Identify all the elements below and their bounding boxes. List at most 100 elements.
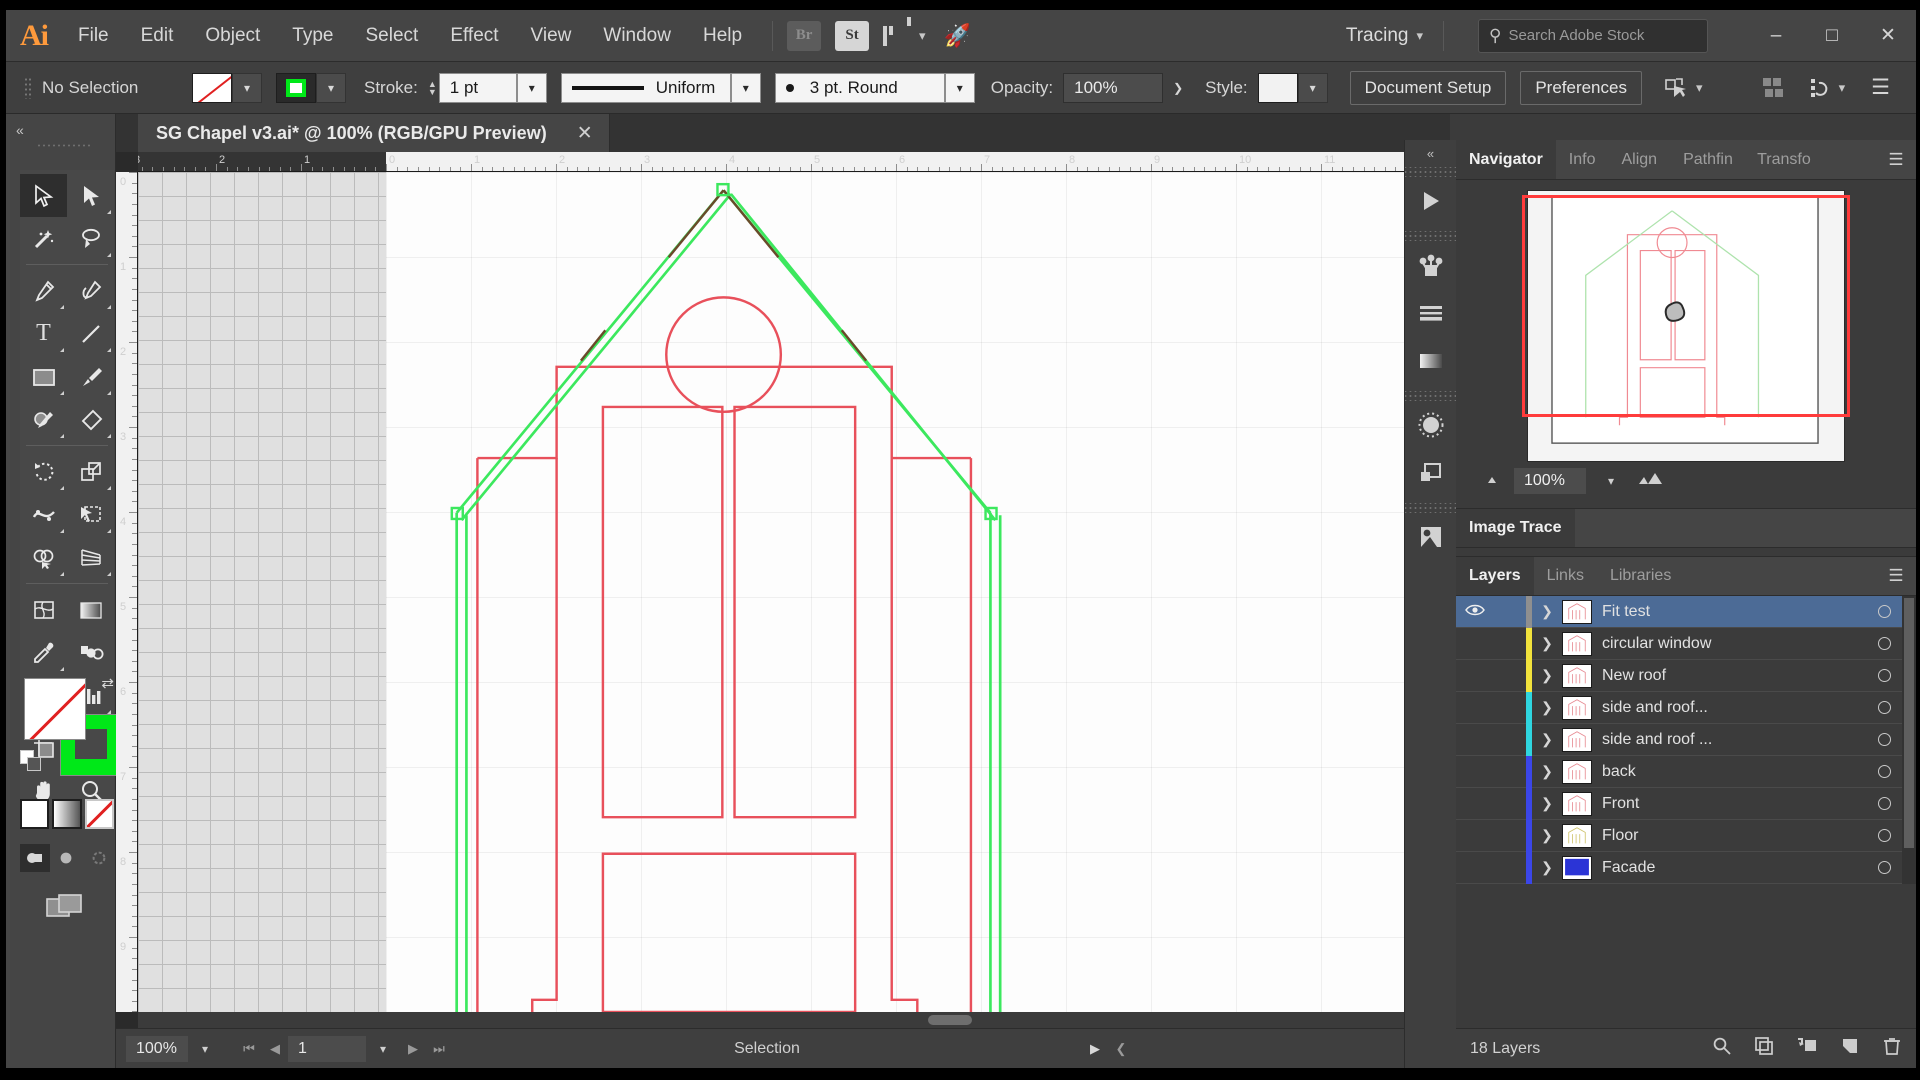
properties-play-icon[interactable] — [1405, 177, 1457, 225]
navigator-zoom-chevron-icon[interactable]: ▾ — [1594, 468, 1628, 494]
tool-blend[interactable] — [67, 631, 114, 674]
tool-eyedropper[interactable] — [20, 631, 67, 674]
layer-row[interactable]: ❯ Fit test — [1456, 595, 1916, 628]
layer-expand-chevron-icon[interactable]: ❯ — [1532, 859, 1562, 876]
distribute-spacing-button[interactable]: ▾ — [1809, 77, 1845, 99]
gradient-panel-icon[interactable] — [1405, 337, 1457, 385]
layer-row[interactable]: ❯ Front — [1456, 787, 1916, 820]
layer-expand-chevron-icon[interactable]: ❯ — [1532, 635, 1562, 652]
menu-select[interactable]: Select — [350, 10, 435, 62]
layer-row[interactable]: ❯ side and roof ... — [1456, 723, 1916, 756]
arrange-documents-icon[interactable] — [883, 16, 912, 46]
align-grid-icon[interactable] — [1762, 78, 1783, 97]
layer-expand-chevron-icon[interactable]: ❯ — [1532, 699, 1562, 716]
create-new-sublayer-icon[interactable] — [1796, 1036, 1818, 1061]
tool-mesh[interactable] — [20, 588, 67, 631]
scrollbar-thumb[interactable] — [928, 1015, 972, 1025]
tool-shaper-pencil[interactable] — [20, 398, 67, 441]
tool-eraser[interactable] — [67, 398, 114, 441]
preferences-button[interactable]: Preferences — [1520, 70, 1642, 105]
image-trace-panel-icon[interactable] — [1405, 513, 1457, 561]
layer-name[interactable]: New roof — [1602, 667, 1852, 685]
menu-window[interactable]: Window — [587, 10, 687, 62]
tool-rotate[interactable] — [20, 450, 67, 493]
layer-row[interactable]: ❯ back — [1456, 755, 1916, 788]
gradient-mode-button[interactable] — [52, 799, 82, 829]
stroke-weight-input[interactable]: 1 pt — [438, 72, 517, 103]
previous-artboard-button[interactable]: ◀ — [262, 1036, 288, 1062]
tab-align[interactable]: Align — [1608, 140, 1670, 179]
create-new-layer-icon[interactable] — [1840, 1036, 1860, 1061]
close-document-icon[interactable]: ✕ — [577, 122, 593, 145]
fill-color-box[interactable] — [24, 678, 86, 740]
menu-object[interactable]: Object — [189, 10, 276, 62]
status-expand-button[interactable]: ▶ — [1082, 1036, 1108, 1062]
tool-perspective-grid[interactable] — [67, 536, 114, 579]
menu-effect[interactable]: Effect — [434, 10, 514, 62]
tool-pen[interactable] — [20, 269, 67, 312]
tool-lasso[interactable] — [67, 217, 114, 260]
toolbar-drag-handle[interactable] — [36, 142, 92, 149]
canvas-horizontal-scrollbar[interactable] — [138, 1012, 1434, 1028]
layer-name[interactable]: side and roof ... — [1602, 731, 1852, 749]
scroll-left-button[interactable]: ❮ — [1108, 1036, 1134, 1062]
bridge-icon[interactable]: Br — [787, 20, 822, 51]
discover-rocket-icon[interactable]: 🚀 — [943, 22, 971, 49]
rail-drag-handle[interactable] — [1405, 167, 1456, 177]
workspace-switcher[interactable]: Tracing ▾ — [1346, 25, 1429, 47]
zoom-level-chevron-icon[interactable]: ▾ — [188, 1036, 222, 1062]
none-mode-button[interactable] — [84, 799, 114, 829]
artboard-chevron-icon[interactable]: ▾ — [366, 1036, 400, 1062]
chevron-down-icon[interactable]: ▾ — [919, 28, 926, 44]
graphic-style-swatch[interactable] — [1257, 72, 1298, 103]
tool-line-segment[interactable] — [67, 312, 114, 355]
menu-edit[interactable]: Edit — [125, 10, 190, 62]
layer-name[interactable]: Floor — [1602, 827, 1852, 845]
document-setup-button[interactable]: Document Setup — [1349, 70, 1507, 105]
tab-image-trace[interactable]: Image Trace — [1456, 509, 1575, 547]
fill-color-swatch[interactable] — [192, 72, 232, 103]
select-similar-objects-button[interactable]: ▾ — [1664, 77, 1703, 99]
stroke-weight-stepper[interactable]: ▲ ▼ — [428, 79, 437, 96]
document-tab[interactable]: SG Chapel v3.ai* @ 100% (RGB/GPU Preview… — [138, 114, 610, 152]
opacity-options-chevron-icon[interactable]: ❯ — [1163, 73, 1193, 103]
layer-expand-chevron-icon[interactable]: ❯ — [1532, 667, 1562, 684]
stroke-profile-dropdown[interactable]: Uniform — [560, 72, 731, 103]
panel-grip[interactable] — [24, 76, 32, 99]
tool-shape-builder[interactable] — [20, 536, 67, 579]
navigator-view-box[interactable] — [1522, 195, 1850, 417]
fill-dropdown-chevron-icon[interactable]: ▾ — [232, 72, 262, 103]
zoom-in-icon[interactable] — [1636, 470, 1668, 493]
opacity-input[interactable]: 100% — [1063, 72, 1164, 103]
next-artboard-button[interactable]: ▶ — [400, 1036, 426, 1062]
color-mode-button[interactable] — [20, 799, 50, 829]
tool-free-transform[interactable] — [67, 493, 114, 536]
maximize-button[interactable]: □ — [1804, 10, 1860, 62]
artboard-number-input[interactable]: 1 — [288, 1035, 366, 1062]
expand-panels-icon[interactable]: « — [1405, 140, 1456, 161]
tab-transform[interactable]: Transfo — [1744, 140, 1818, 179]
layers-panel-menu-icon[interactable]: ☰ — [1876, 557, 1916, 595]
layer-name[interactable]: back — [1602, 763, 1852, 781]
tab-links[interactable]: Links — [1534, 557, 1597, 595]
menu-help[interactable]: Help — [687, 10, 758, 62]
layer-row[interactable]: ❯ side and roof... — [1456, 691, 1916, 724]
stroke-profile-chevron-icon[interactable]: ▾ — [730, 72, 761, 103]
layer-name[interactable]: Fit test — [1602, 603, 1852, 621]
stroke-color-swatch[interactable] — [276, 72, 316, 103]
brush-definition-chevron-icon[interactable]: ▾ — [944, 72, 975, 103]
layer-expand-chevron-icon[interactable]: ❯ — [1532, 763, 1562, 780]
rail-drag-handle[interactable] — [1405, 503, 1456, 513]
tab-layers[interactable]: Layers — [1456, 557, 1534, 595]
zoom-out-icon[interactable] — [1484, 472, 1506, 491]
collapse-toolbar-icon[interactable]: « — [6, 114, 115, 138]
layer-name[interactable]: Front — [1602, 795, 1852, 813]
draw-normal-button[interactable] — [20, 844, 50, 872]
navigator-zoom-input[interactable]: 100% — [1514, 468, 1586, 494]
graphic-style-chevron-icon[interactable]: ▾ — [1297, 72, 1328, 103]
tab-info[interactable]: Info — [1556, 140, 1609, 179]
tool-direct-selection[interactable] — [67, 174, 114, 217]
scrollbar-thumb[interactable] — [1904, 598, 1914, 848]
stroke-weight-chevron-icon[interactable]: ▾ — [516, 72, 547, 103]
layer-row[interactable]: ❯ Floor — [1456, 819, 1916, 852]
